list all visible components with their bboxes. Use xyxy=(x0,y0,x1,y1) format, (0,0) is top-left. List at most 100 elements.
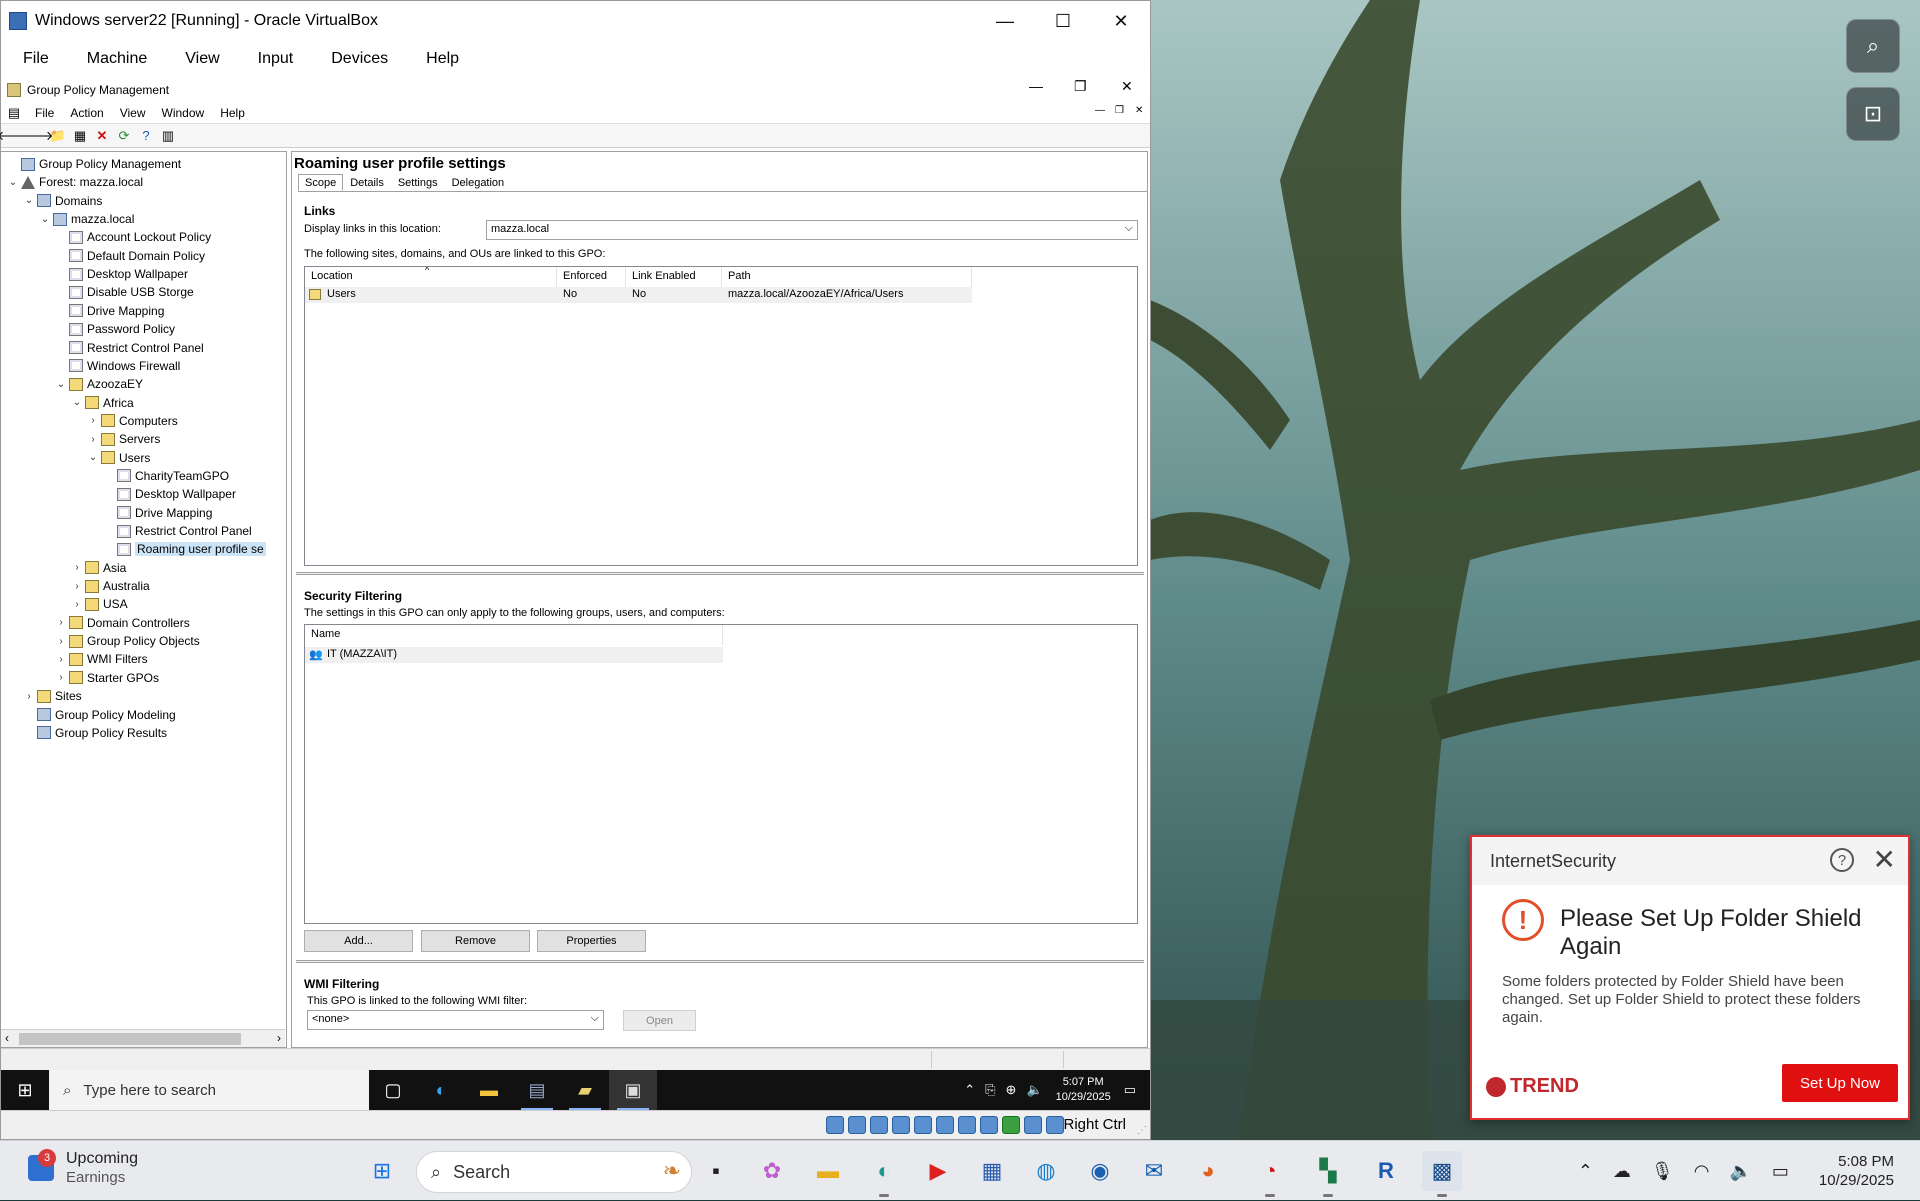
visual-studio-icon[interactable]: ▚ xyxy=(1308,1151,1348,1197)
tree-horizontal-scrollbar[interactable]: ‹ › xyxy=(1,1029,285,1047)
screen-search-icon[interactable]: ⌕ xyxy=(1846,19,1900,73)
chevron-down-icon[interactable]: ⌄ xyxy=(69,397,85,408)
edge-icon[interactable]: ◐ xyxy=(417,1070,465,1110)
help-icon[interactable]: ? xyxy=(137,127,155,145)
gpm-restore-button[interactable]: ❐ xyxy=(1074,78,1087,95)
show-hide-tree-icon[interactable]: ▦ xyxy=(71,127,89,145)
recording-icon[interactable] xyxy=(980,1116,998,1134)
menu-file[interactable]: File xyxy=(1,50,65,68)
chevron-right-icon[interactable]: › xyxy=(69,599,85,610)
tree-node[interactable]: Drive Mapping xyxy=(53,302,164,320)
battery-icon[interactable]: ▭ xyxy=(1772,1161,1789,1182)
delete-icon[interactable]: ✕ xyxy=(93,127,111,145)
guest-clock[interactable]: 5:07 PM 10/29/2025 xyxy=(1056,1075,1111,1105)
tree-node[interactable]: ⌄ Africa xyxy=(69,394,134,412)
onedrive-icon[interactable]: ☁ xyxy=(1613,1161,1631,1182)
chevron-right-icon[interactable]: › xyxy=(85,415,101,426)
network-device-icon[interactable]: ⎘ xyxy=(985,1082,995,1098)
links-list[interactable]: Location ^ Enforced Link Enabled Path Us… xyxy=(304,266,1138,566)
chevron-right-icon[interactable]: › xyxy=(53,617,69,628)
gpm-menu-file[interactable]: File xyxy=(27,106,62,120)
globe-icon[interactable]: ⊕ xyxy=(1006,1082,1017,1098)
menu-devices[interactable]: Devices xyxy=(309,50,404,68)
tree-node[interactable]: Desktop Wallpaper xyxy=(53,265,188,283)
maximize-button[interactable]: ☐ xyxy=(1034,1,1092,41)
menu-machine[interactable]: Machine xyxy=(65,50,163,68)
network-icon[interactable] xyxy=(892,1116,910,1134)
display-icon[interactable] xyxy=(958,1116,976,1134)
volume-muted-icon[interactable]: 🔈 xyxy=(1026,1082,1042,1098)
tree-node[interactable]: Restrict Control Panel xyxy=(101,522,252,540)
tree-node[interactable]: ⌄ Users xyxy=(85,449,151,467)
tree-node[interactable]: Roaming user profile se xyxy=(101,540,266,558)
shared-folders-icon[interactable] xyxy=(936,1116,954,1134)
menu-view[interactable]: View xyxy=(163,50,235,68)
optical-drive-icon[interactable] xyxy=(848,1116,866,1134)
storage-icon[interactable] xyxy=(826,1116,844,1134)
mouse-integration-icon[interactable] xyxy=(1046,1116,1064,1134)
screen-capture-icon[interactable]: ⊡ xyxy=(1846,87,1900,141)
pane-splitter[interactable] xyxy=(296,572,1144,575)
display-links-dropdown[interactable]: mazza.local ⌵ xyxy=(486,220,1138,240)
chevron-up-icon[interactable]: ⌃ xyxy=(964,1082,975,1098)
tree-node[interactable]: CharityTeamGPO xyxy=(101,467,229,485)
tree-node[interactable]: Default Domain Policy xyxy=(53,247,205,265)
file-explorer-icon[interactable]: ▬ xyxy=(808,1151,848,1191)
child-close-button[interactable]: ✕ xyxy=(1135,105,1143,116)
help-icon[interactable]: ? xyxy=(1830,848,1854,872)
tab-details[interactable]: Details xyxy=(343,174,391,191)
refresh-icon[interactable]: ⟳ xyxy=(115,127,133,145)
windows-start-icon[interactable]: ⊞ xyxy=(362,1151,402,1191)
chevron-down-icon[interactable]: ⌄ xyxy=(53,379,69,390)
file-explorer-icon[interactable]: ▬ xyxy=(465,1070,513,1110)
tree-node[interactable]: Group Policy Results xyxy=(21,724,167,742)
set-up-now-button[interactable]: Set Up Now xyxy=(1782,1064,1898,1102)
gpm-menu-view[interactable]: View xyxy=(112,106,154,120)
add-button[interactable]: Add... xyxy=(304,930,413,952)
host-clock[interactable]: 5:08 PM 10/29/2025 xyxy=(1819,1152,1894,1190)
usb-icon[interactable] xyxy=(914,1116,932,1134)
list-item[interactable]: 👥 IT (MAZZA\IT) xyxy=(305,647,723,663)
tree-node[interactable]: › USA xyxy=(69,595,127,613)
volume-icon[interactable]: 🔈 xyxy=(1729,1161,1751,1182)
chevron-right-icon[interactable]: › xyxy=(53,636,69,647)
properties-button[interactable]: Properties xyxy=(537,930,646,952)
tree-node[interactable]: ⌄ AzoozaEY xyxy=(53,375,143,393)
chevron-right-icon[interactable]: › xyxy=(53,654,69,665)
chevron-right-icon[interactable]: › xyxy=(85,434,101,445)
tree-node[interactable]: › Computers xyxy=(85,412,177,430)
task-view-icon[interactable]: ▪ xyxy=(696,1151,736,1191)
tree-node[interactable]: Restrict Control Panel xyxy=(53,339,204,357)
column-enforced[interactable]: Enforced xyxy=(557,267,626,287)
close-icon[interactable]: ✕ xyxy=(1873,843,1896,876)
chevron-up-icon[interactable]: ⌃ xyxy=(1578,1161,1593,1182)
cpu-icon[interactable] xyxy=(1002,1116,1020,1134)
tab-settings[interactable]: Settings xyxy=(391,174,445,191)
wifi-icon[interactable]: ◠ xyxy=(1694,1161,1710,1182)
microphone-icon[interactable]: 🎙 xyxy=(1651,1161,1674,1182)
windows-start-icon[interactable]: ⊞ xyxy=(1,1070,49,1110)
column-path[interactable]: Path xyxy=(722,267,972,287)
tree-node[interactable]: Group Policy Modeling xyxy=(21,706,176,724)
ad-tools-icon[interactable]: ▰ xyxy=(561,1070,609,1110)
tree-node[interactable]: Desktop Wallpaper xyxy=(101,485,236,503)
chevron-down-icon[interactable]: ⌄ xyxy=(21,195,37,206)
up-folder-icon[interactable]: 📁 xyxy=(49,127,67,145)
resize-grip-icon[interactable]: ⋰ xyxy=(1137,1125,1147,1136)
tree-node[interactable]: Drive Mapping xyxy=(101,504,212,522)
tree-node[interactable]: › WMI Filters xyxy=(53,650,147,668)
tab-delegation[interactable]: Delegation xyxy=(445,174,512,191)
firefox-icon[interactable]: ◕ xyxy=(1188,1151,1228,1191)
beta-app-icon[interactable]: ◉ xyxy=(1080,1151,1120,1191)
gpm-minimize-button[interactable]: — xyxy=(1029,78,1043,94)
weather-widget[interactable]: 3 Upcoming Earnings xyxy=(28,1149,138,1187)
forward-icon[interactable]: 🡒 xyxy=(19,127,54,145)
edge-icon[interactable]: ◐ xyxy=(864,1151,904,1197)
gpm-menu-action[interactable]: Action xyxy=(62,106,111,120)
chevron-down-icon[interactable]: ⌄ xyxy=(5,177,21,188)
menu-input[interactable]: Input xyxy=(236,50,310,68)
pane-splitter-2[interactable] xyxy=(296,960,1144,963)
tree-node[interactable]: Disable USB Storge xyxy=(53,283,194,301)
wmi-filter-dropdown[interactable]: <none> ⌵ xyxy=(307,1010,604,1030)
chevron-down-icon[interactable]: ⌄ xyxy=(85,452,101,463)
